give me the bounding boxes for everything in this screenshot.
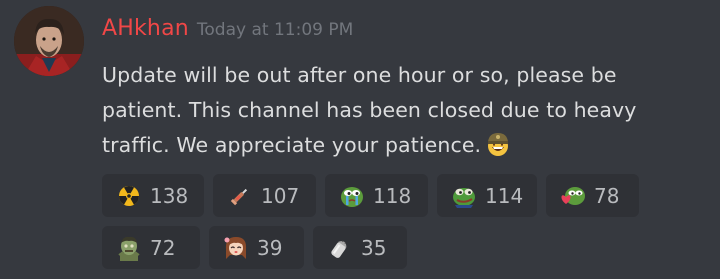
reaction-crying-pepe[interactable]: 118 <box>325 174 428 217</box>
message-line-text: patient. This channel has been closed du… <box>102 98 637 122</box>
reaction-pepe-heart[interactable]: 78 <box>546 174 639 217</box>
radioactive-icon <box>116 183 142 209</box>
message-line: traffic. We appreciate your patience. <box>102 128 702 163</box>
reaction-row: 138 107 118 114 78 <box>102 174 642 217</box>
timestamp: Today at 11:09 PM <box>196 20 354 40</box>
reaction-count: 72 <box>150 235 176 260</box>
reaction-salt-shaker[interactable]: 35 <box>313 226 407 269</box>
reaction-count: 114 <box>485 183 524 208</box>
avatar-image <box>14 6 84 76</box>
reaction-count: 138 <box>150 183 189 208</box>
username[interactable]: AHkhan <box>102 16 189 41</box>
reaction-count: 107 <box>261 183 300 208</box>
reaction-count: 78 <box>594 183 620 208</box>
pepe-heart-icon <box>560 183 586 209</box>
reaction-count: 35 <box>361 235 387 260</box>
reaction-anime-girl[interactable]: 39 <box>209 226 304 269</box>
reactions-bar: 138 107 118 114 78 72 39 35 <box>102 174 642 278</box>
message-header: AHkhan Today at 11:09 PM <box>102 16 353 46</box>
salt-shaker-icon <box>327 235 353 261</box>
reaction-pepe-frog[interactable]: 114 <box>437 174 537 217</box>
message-content: Update will be out after one hour or so,… <box>102 58 702 163</box>
pepe-frog-icon <box>451 183 477 209</box>
message-line: patient. This channel has been closed du… <box>102 93 702 128</box>
reaction-syringe[interactable]: 107 <box>213 174 316 217</box>
reaction-count: 118 <box>373 183 412 208</box>
syringe-icon <box>227 183 253 209</box>
message-line: Update will be out after one hour or so,… <box>102 63 617 87</box>
anime-girl-icon <box>223 235 249 261</box>
reaction-row: 72 39 35 <box>102 226 642 269</box>
chat-message: AHkhan Today at 11:09 PM Update will be … <box>0 0 720 279</box>
zombie-icon <box>116 235 142 261</box>
reaction-zombie[interactable]: 72 <box>102 226 200 269</box>
grinning-helmet-emoji-icon <box>485 131 511 157</box>
reaction-radioactive[interactable]: 138 <box>102 174 204 217</box>
avatar[interactable] <box>14 6 84 76</box>
crying-pepe-icon <box>339 183 365 209</box>
message-line-text: traffic. We appreciate your patience. <box>102 133 482 157</box>
reaction-count: 39 <box>257 235 283 260</box>
